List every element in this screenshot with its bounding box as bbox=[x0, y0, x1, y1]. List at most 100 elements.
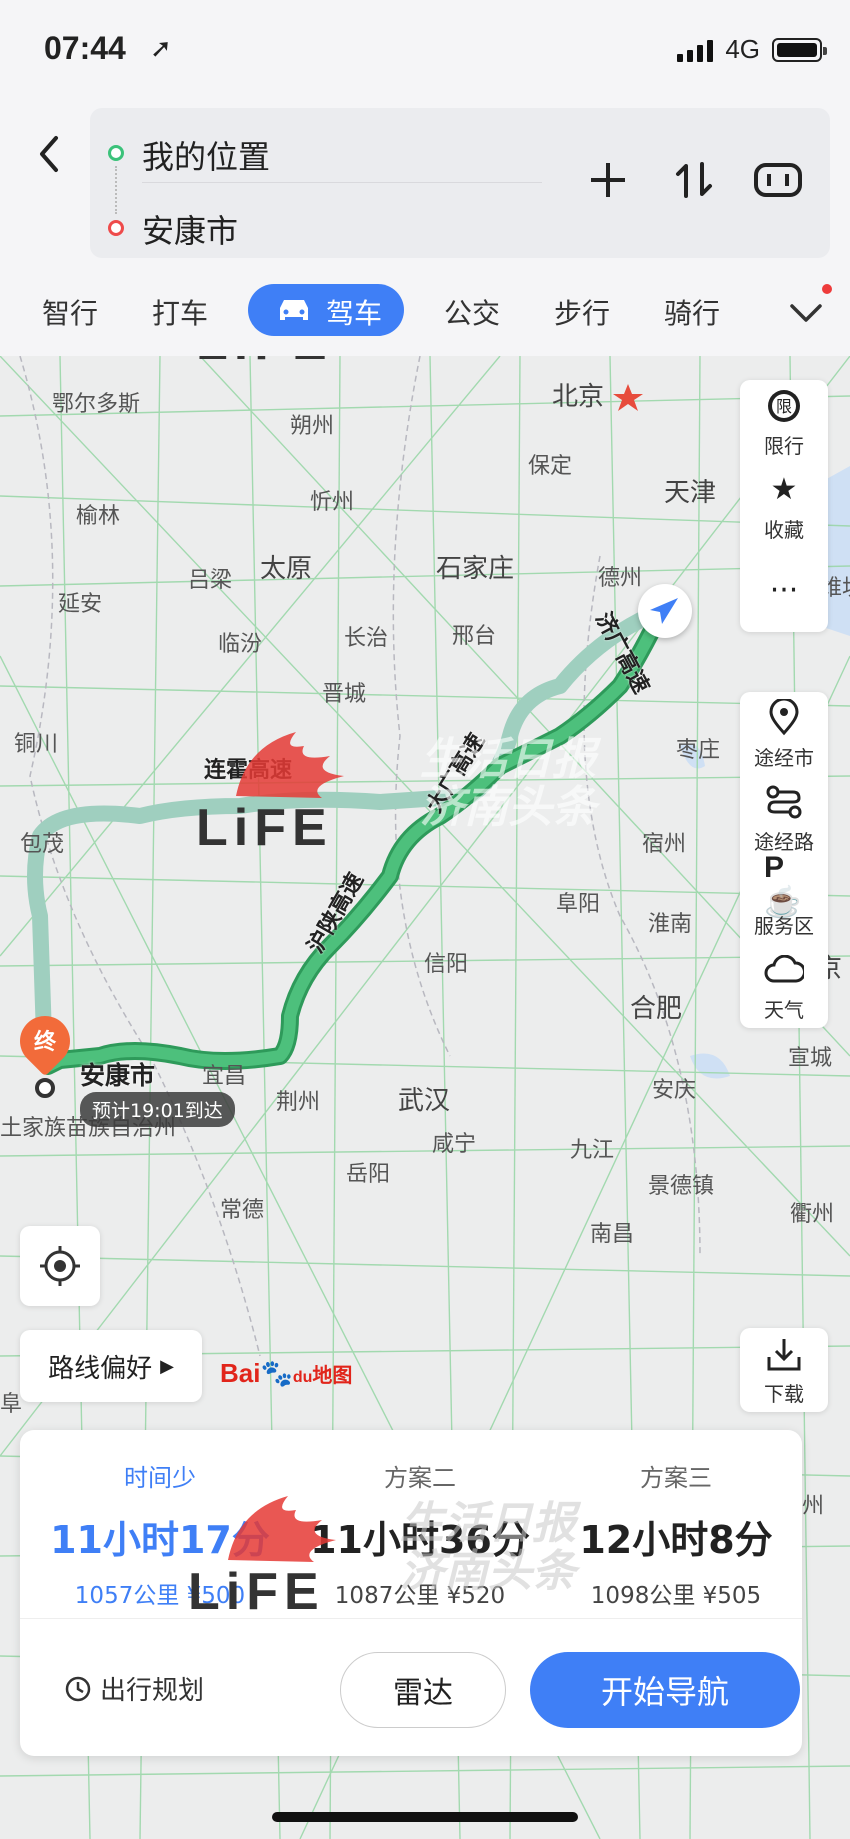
plan-tag: 方案二 bbox=[384, 1464, 456, 1492]
city-label: 石家庄 bbox=[436, 554, 515, 584]
baidu-map-logo: Bai🐾du地图 bbox=[220, 1358, 353, 1388]
plan-tag: 方案三 bbox=[640, 1464, 712, 1492]
city-label: 淮南 bbox=[648, 912, 693, 937]
eta-label: 预计19:01到达 bbox=[80, 1092, 235, 1127]
city-label: 南昌 bbox=[590, 1222, 635, 1247]
trip-plan-button[interactable]: 出行规划 bbox=[64, 1670, 204, 1707]
via-city-button[interactable]: 途经市 bbox=[740, 692, 828, 776]
download-button[interactable]: 下载 bbox=[740, 1328, 828, 1412]
car-icon bbox=[280, 300, 308, 320]
battery-icon bbox=[772, 37, 827, 62]
weather-button[interactable]: 天气 bbox=[740, 944, 828, 1028]
route-toggle-button[interactable] bbox=[750, 152, 806, 208]
status-time: 07:44 bbox=[44, 30, 126, 66]
route-plans-card: 时间少 11小时17分 1057公里 ¥500 方案二 11小时36分 1087… bbox=[20, 1430, 802, 1756]
city-label: 景德镇 bbox=[648, 1174, 715, 1199]
origin-dot-icon bbox=[108, 145, 124, 161]
plan-duration: 12小时8分 bbox=[579, 1518, 773, 1562]
city-label: 北京 bbox=[552, 382, 605, 412]
swap-button[interactable] bbox=[666, 152, 722, 208]
city-label: 吕梁 bbox=[188, 568, 233, 593]
route-preference-label: 路线偏好 bbox=[48, 1353, 153, 1384]
trip-plan-label: 出行规划 bbox=[100, 1676, 205, 1706]
download-label: 下载 bbox=[764, 1381, 804, 1406]
via-road-button[interactable]: 途经路 bbox=[740, 776, 828, 860]
tab-transit[interactable]: 公交 bbox=[444, 292, 500, 332]
destination-field[interactable]: 安康市 bbox=[142, 206, 238, 252]
city-label: 阜阳 bbox=[556, 892, 601, 917]
weather-icon bbox=[764, 950, 804, 990]
notification-dot bbox=[822, 284, 832, 294]
origin-field[interactable]: 我的位置 bbox=[142, 132, 270, 178]
city-label: 保定 bbox=[528, 454, 573, 479]
city-label: 延安 bbox=[58, 592, 103, 617]
city-label: 鄂尔多斯 bbox=[52, 392, 141, 417]
service-area-icon: P☕ bbox=[764, 851, 802, 919]
clock-icon bbox=[65, 1676, 91, 1701]
plan-option-3[interactable]: 方案三 12小时8分 1098公里 ¥505 bbox=[546, 1458, 806, 1610]
baidu-paw-icon: 🐾 bbox=[260, 1358, 293, 1388]
city-label: 九江 bbox=[570, 1138, 615, 1163]
service-area-button[interactable]: P☕ 服务区 bbox=[740, 851, 828, 944]
signal-icon bbox=[677, 38, 714, 62]
via-city-icon bbox=[764, 698, 804, 738]
caret-right-icon: ▶ bbox=[160, 1355, 174, 1377]
city-label: 太原 bbox=[260, 554, 313, 584]
plus-icon bbox=[591, 163, 625, 197]
tab-ride[interactable]: 骑行 bbox=[664, 292, 720, 332]
tab-taxi[interactable]: 打车 bbox=[152, 292, 208, 332]
route-toggle-icon bbox=[754, 163, 802, 197]
city-label: 晋城 bbox=[322, 682, 367, 707]
city-label: 天津 bbox=[664, 478, 717, 508]
field-divider bbox=[142, 182, 542, 183]
back-button[interactable] bbox=[30, 124, 74, 184]
more-modes-button[interactable] bbox=[786, 294, 826, 330]
destination-map-label: 安康市 bbox=[80, 1061, 156, 1090]
start-navigation-button[interactable]: 开始导航 bbox=[530, 1652, 800, 1728]
city-label: 临汾 bbox=[218, 632, 263, 657]
destination-pin-label: 终 bbox=[33, 1030, 56, 1055]
start-location-marker bbox=[638, 584, 692, 638]
transport-mode-tabs: 智行 打车 驾车 公交 步行 骑行 bbox=[0, 276, 850, 346]
restriction-button[interactable]: 限 限行 bbox=[740, 380, 828, 464]
city-label: 宣城 bbox=[788, 1046, 833, 1071]
city-label: 宿州 bbox=[642, 832, 687, 857]
locate-button[interactable] bbox=[20, 1226, 100, 1306]
city-label: 枣庄 bbox=[676, 738, 721, 763]
download-card: 下载 bbox=[740, 1328, 828, 1412]
more-icon: ··· bbox=[769, 572, 799, 608]
city-label: 安庆 bbox=[652, 1078, 697, 1103]
city-label: 衢州 bbox=[790, 1202, 835, 1227]
destination-pin[interactable]: 终 bbox=[9, 1005, 81, 1098]
city-label: 榆林 bbox=[76, 504, 121, 529]
service-area-label: 服务区 bbox=[754, 913, 814, 938]
status-indicators: 4G bbox=[677, 34, 827, 65]
route-input-box: 我的位置 安康市 bbox=[90, 108, 830, 258]
tab-smart[interactable]: 智行 bbox=[42, 292, 98, 332]
city-label: 邢台 bbox=[452, 624, 497, 649]
life-watermark: LiFE bbox=[188, 1490, 378, 1630]
restriction-icon: 限 bbox=[764, 386, 804, 426]
tab-drive[interactable]: 驾车 bbox=[248, 284, 405, 336]
tab-walk[interactable]: 步行 bbox=[554, 292, 610, 332]
city-label: 岳阳 bbox=[346, 1162, 391, 1187]
navigation-arrow-icon bbox=[650, 598, 678, 624]
favorite-button[interactable]: ★ 收藏 bbox=[740, 464, 828, 548]
city-label: 常德 bbox=[220, 1198, 265, 1223]
add-waypoint-button[interactable] bbox=[580, 152, 636, 208]
city-label: 信阳 bbox=[424, 952, 469, 977]
radar-button[interactable]: 雷达 bbox=[340, 1652, 506, 1728]
city-label: 阜 bbox=[0, 1392, 23, 1417]
locate-icon bbox=[40, 1246, 80, 1286]
city-label: 荆州 bbox=[276, 1090, 321, 1115]
more-tools-button[interactable]: ··· bbox=[740, 548, 828, 632]
route-preference-button[interactable]: 路线偏好 ▶ bbox=[20, 1330, 202, 1402]
city-label: 朔州 bbox=[290, 414, 335, 439]
tab-drive-label: 驾车 bbox=[326, 297, 383, 330]
home-indicator[interactable] bbox=[272, 1812, 578, 1822]
network-label: 4G bbox=[725, 34, 760, 64]
city-label: 武汉 bbox=[398, 1086, 451, 1116]
download-icon bbox=[764, 1334, 804, 1374]
destination-dot-icon bbox=[108, 220, 124, 236]
weather-label: 天气 bbox=[764, 997, 804, 1022]
